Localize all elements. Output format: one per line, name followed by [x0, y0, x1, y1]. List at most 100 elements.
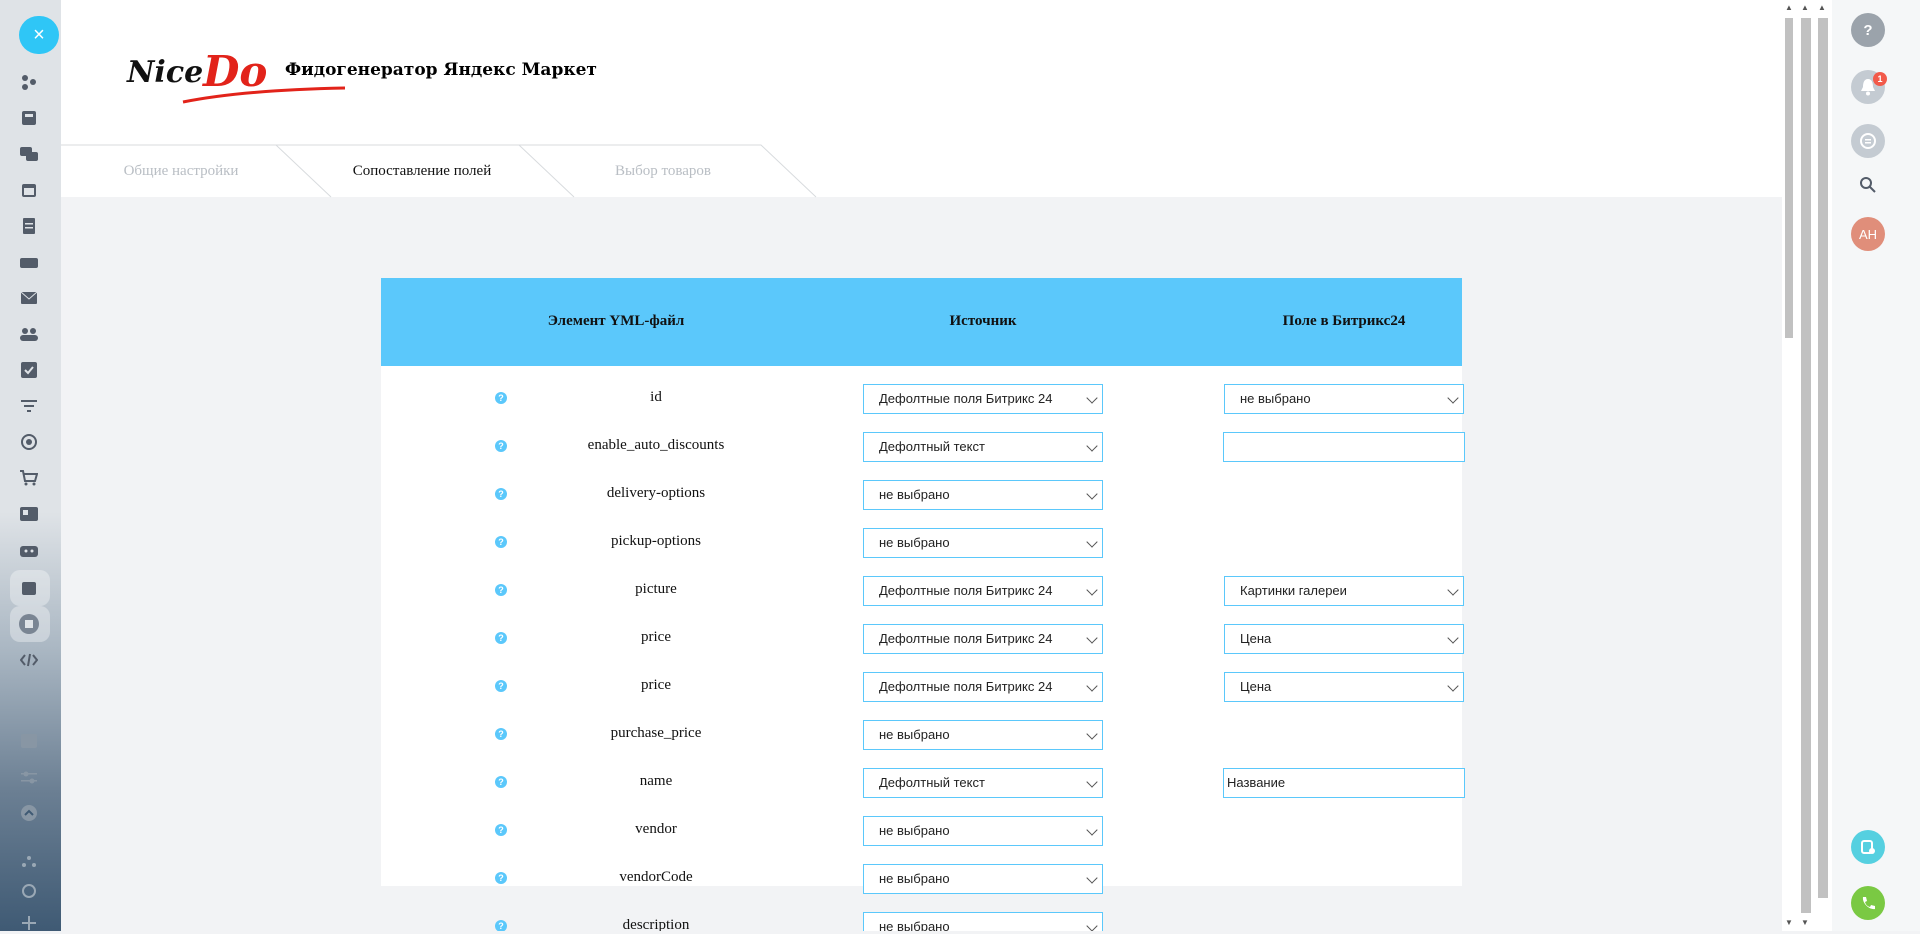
source-select[interactable]: Дефолтные поля Битрикс 24 — [863, 672, 1103, 702]
messenger-icon[interactable] — [1851, 124, 1885, 158]
yml-element-name: enable_auto_discounts — [587, 437, 725, 453]
collapse-up-icon[interactable] — [18, 802, 40, 824]
mail-icon[interactable] — [18, 287, 40, 309]
crm-icon[interactable] — [18, 71, 40, 93]
help-question-icon[interactable]: ? — [495, 872, 507, 884]
sites-icon[interactable] — [18, 730, 40, 752]
search-icon[interactable] — [1851, 168, 1885, 202]
frame-scrollbar[interactable]: ▲ ▼ — [1782, 0, 1796, 931]
header-bitrix-field: Поле в Битрикс24 — [1282, 313, 1406, 329]
source-select-value: Дефолтный текст — [879, 775, 985, 790]
source-select-value: Дефолтные поля Битрикс 24 — [879, 679, 1053, 694]
table-row: ? vendor не выбрано — [381, 808, 1462, 856]
yml-element-name: vendorCode — [619, 869, 693, 885]
documents-icon[interactable] — [18, 215, 40, 237]
source-select[interactable]: Дефолтные поля Битрикс 24 — [863, 576, 1103, 606]
bitrix-field-select-value: Картинки галереи — [1240, 583, 1347, 598]
frame-scrollbar-thumb[interactable] — [1785, 18, 1793, 338]
drive-icon[interactable] — [18, 251, 40, 273]
header-yml-element: Элемент YML-файл — [547, 313, 685, 329]
help-question-icon[interactable]: ? — [495, 776, 507, 788]
user-avatar[interactable]: АН — [1851, 217, 1885, 251]
source-select[interactable]: Дефолтные поля Битрикс 24 — [863, 624, 1103, 654]
source-select[interactable]: не выбрано — [863, 864, 1103, 894]
table-row: ? enable_auto_discounts Дефолтный текст — [381, 424, 1465, 472]
chevron-down-icon — [1447, 680, 1459, 692]
filter-icon[interactable] — [18, 395, 40, 417]
bitrix-field-select[interactable]: Цена — [1224, 624, 1464, 654]
slider-scroll-up-arrow-icon[interactable]: ▲ — [1818, 3, 1826, 12]
tab-field-mapping[interactable]: Сопоставление полей — [301, 145, 543, 197]
chevron-down-icon — [1086, 872, 1098, 884]
tab-general-settings[interactable]: Общие настройки — [61, 145, 301, 197]
cart-icon[interactable] — [18, 467, 40, 489]
app-title: Фидогенератор Яндекс Маркет — [285, 60, 597, 80]
source-select[interactable]: Дефолтный текст — [863, 432, 1103, 462]
chevron-down-icon — [1086, 392, 1098, 404]
open-lines-icon[interactable] — [1851, 830, 1885, 864]
source-select[interactable]: не выбрано — [863, 816, 1103, 846]
gear-icon[interactable] — [18, 880, 40, 902]
table-row: ? picture Дефолтные поля Битрикс 24 Картинк… — [381, 568, 1464, 616]
bitrix-field-input[interactable] — [1223, 432, 1465, 462]
chevron-down-icon — [1086, 536, 1098, 548]
source-select[interactable]: не выбрано — [863, 528, 1103, 558]
employees-icon[interactable] — [18, 323, 40, 345]
app-box-icon[interactable] — [18, 613, 40, 635]
source-select[interactable]: не выбрано — [863, 912, 1103, 931]
code-icon[interactable] — [18, 649, 40, 671]
page-scroll-up-arrow-icon[interactable]: ▲ — [1801, 3, 1809, 12]
source-select[interactable]: Дефолтный текст — [863, 768, 1103, 798]
help-question-icon[interactable]: ? — [495, 680, 507, 692]
tasks-icon[interactable] — [18, 359, 40, 381]
market-box-icon[interactable] — [18, 577, 40, 599]
help-question-icon[interactable]: ? — [495, 392, 507, 404]
help-question-icon[interactable]: ? — [495, 488, 507, 500]
table-row: ? pickup-options не выбрано — [381, 520, 1462, 568]
source-select[interactable]: не выбрано — [863, 720, 1103, 750]
help-question-icon[interactable]: ? — [495, 824, 507, 836]
yml-element-name: purchase_price — [610, 725, 702, 741]
feed-icon[interactable] — [18, 107, 40, 129]
target-icon[interactable] — [18, 431, 40, 453]
help-question-icon[interactable]: ? — [495, 584, 507, 596]
chat-icon[interactable] — [18, 143, 40, 165]
page-scrollbar-thumb[interactable] — [1801, 18, 1811, 913]
chevron-down-icon — [1086, 440, 1098, 452]
scroll-up-arrow-icon[interactable]: ▲ — [1785, 3, 1793, 12]
help-icon[interactable]: ? — [1851, 13, 1885, 47]
yml-element-name: delivery-options — [606, 485, 706, 501]
help-question-icon[interactable]: ? — [495, 536, 507, 548]
table-row: ? price Дефолтные поля Битрикс 24 Цена — [381, 664, 1464, 712]
source-select-value: не выбрано — [879, 535, 950, 550]
settings-sliders-icon[interactable] — [18, 766, 40, 788]
help-question-icon[interactable]: ? — [495, 920, 507, 931]
calendar-icon[interactable] — [18, 179, 40, 201]
help-question-icon[interactable]: ? — [495, 632, 507, 644]
bitrix-field-input[interactable]: Название — [1223, 768, 1465, 798]
help-question-icon[interactable]: ? — [495, 440, 507, 452]
bitrix-field-select[interactable]: Цена — [1224, 672, 1464, 702]
robot-icon[interactable] — [18, 539, 40, 561]
source-select-value: не выбрано — [879, 871, 950, 886]
table-row: ? vendorCode не выбрано — [381, 856, 1462, 904]
chevron-down-icon — [1447, 392, 1459, 404]
scroll-down-arrow-icon[interactable]: ▼ — [1785, 918, 1793, 927]
contact-card-icon[interactable] — [18, 503, 40, 525]
bitrix-field-select[interactable]: Картинки галереи — [1224, 576, 1464, 606]
phone-icon[interactable] — [1851, 886, 1885, 920]
left-sidebar: × — [0, 0, 61, 931]
page-scrollbars[interactable]: ▲ ▲ ▼ — [1796, 0, 1832, 931]
close-slider-button[interactable]: × — [19, 16, 59, 54]
source-select[interactable]: Дефолтные поля Битрикс 24 — [863, 384, 1103, 414]
help-question-icon[interactable]: ? — [495, 728, 507, 740]
tab-product-selection[interactable]: Выбор товаров — [543, 145, 783, 197]
notifications-bell-icon[interactable]: 1 — [1851, 70, 1887, 104]
table-row: ? purchase_price не выбрано — [381, 712, 1462, 760]
bitrix-field-select[interactable]: не выбрано — [1224, 384, 1464, 414]
source-select[interactable]: не выбрано — [863, 480, 1103, 510]
structure-icon[interactable] — [18, 850, 40, 872]
slider-scrollbar-thumb[interactable] — [1818, 18, 1828, 898]
yml-element-name: picture — [635, 581, 677, 597]
page-scroll-down-arrow-icon[interactable]: ▼ — [1801, 918, 1809, 927]
